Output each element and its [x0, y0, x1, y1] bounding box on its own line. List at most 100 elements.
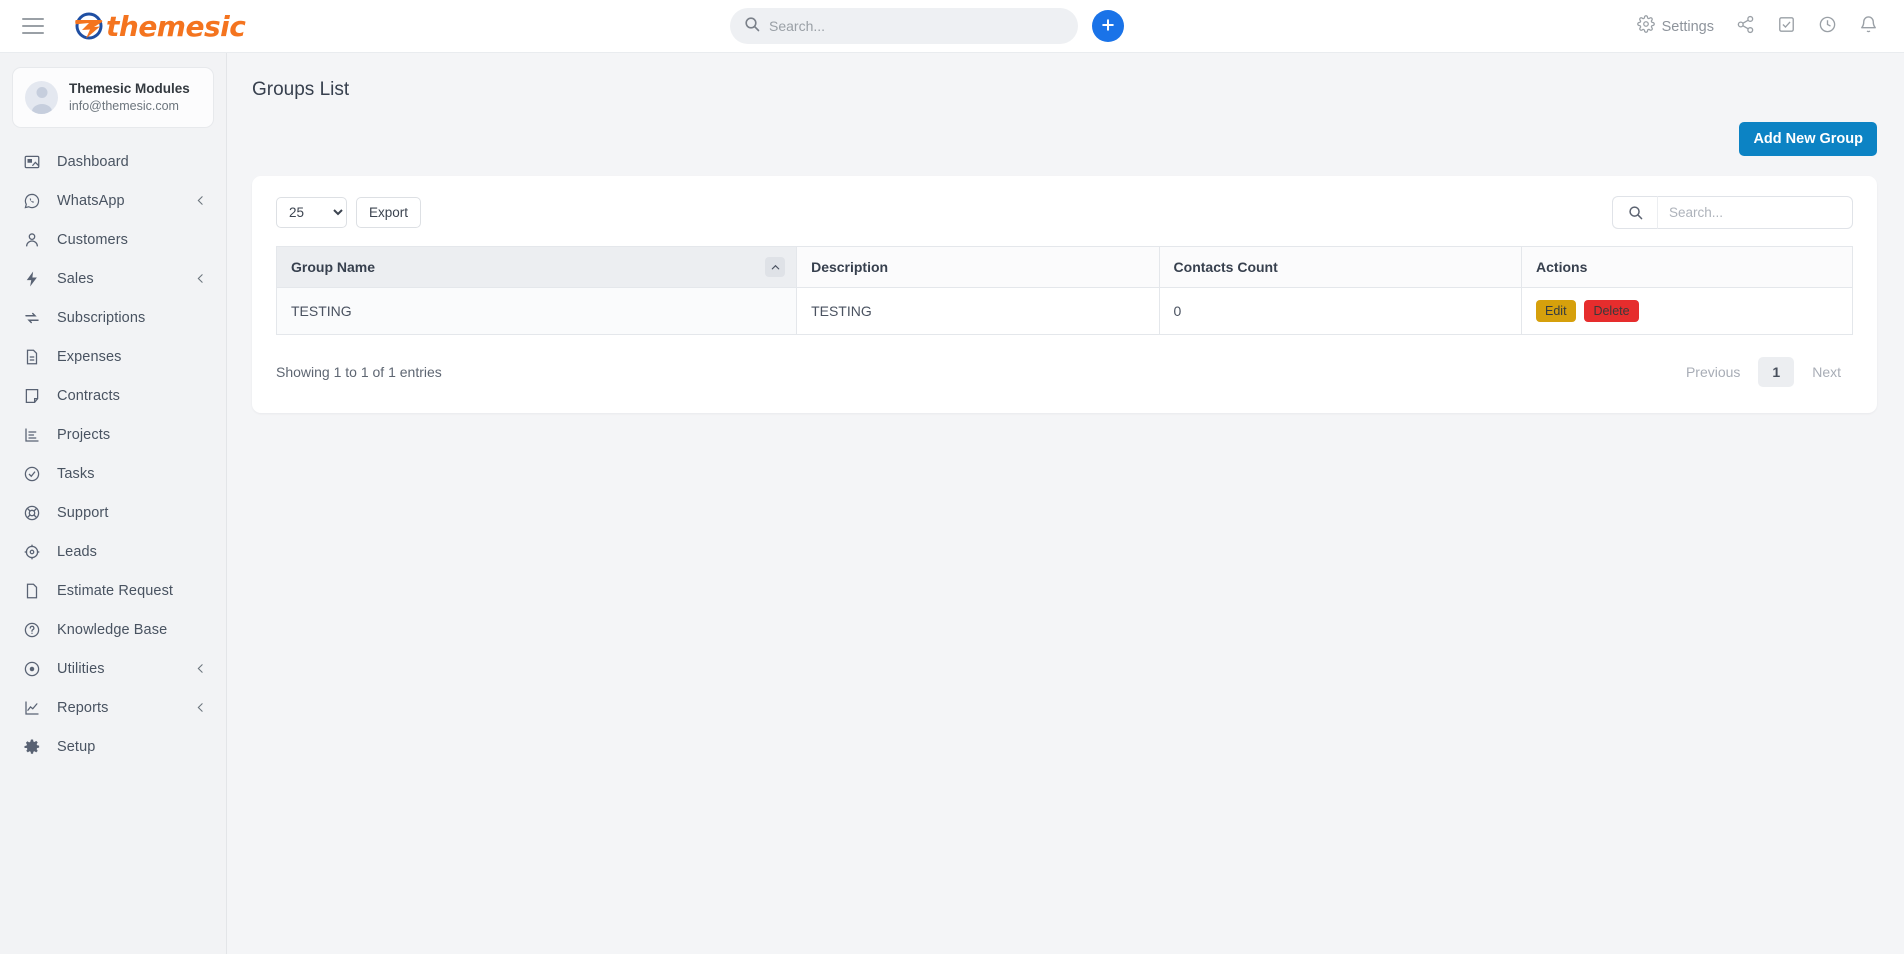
todo-button[interactable] — [1777, 15, 1796, 39]
sidebar-item-projects[interactable]: Projects — [0, 415, 226, 454]
chevron-left-icon[interactable] — [194, 194, 207, 207]
projects-icon — [22, 425, 41, 444]
table-row[interactable]: TESTING TESTING 0 Edit Delete — [275, 287, 1853, 335]
table-toolbar: 25 Export — [276, 196, 1853, 229]
lifebuoy-icon — [22, 503, 41, 522]
cog-icon — [22, 737, 41, 756]
profile-card[interactable]: Themesic Modules info@themesic.com — [12, 67, 214, 128]
global-search[interactable] — [730, 8, 1078, 44]
table-body: TESTING TESTING 0 Edit Delete — [275, 287, 1853, 335]
brand-name: themesic — [106, 9, 246, 43]
pagination: Previous 1 Next — [1674, 357, 1853, 387]
column-label: Actions — [1536, 259, 1588, 275]
delete-button[interactable]: Delete — [1584, 300, 1639, 322]
sidebar-item-tasks[interactable]: Tasks — [0, 454, 226, 493]
sidebar-nav: Dashboard WhatsApp Customers Sales Subsc… — [0, 142, 226, 766]
sidebar-item-subscriptions[interactable]: Subscriptions — [0, 298, 226, 337]
edit-button[interactable]: Edit — [1536, 300, 1576, 322]
sidebar-item-support[interactable]: Support — [0, 493, 226, 532]
sidebar-item-label: Reports — [57, 699, 109, 716]
topbar-center — [730, 8, 1124, 44]
chevron-left-icon[interactable] — [194, 662, 207, 675]
sidebar-item-label: Sales — [57, 270, 94, 287]
table-search-group — [1612, 196, 1853, 229]
cell-description: TESTING — [796, 287, 1160, 335]
sidebar-item-label: Dashboard — [57, 153, 129, 170]
entries-info: Showing 1 to 1 of 1 entries — [276, 364, 442, 380]
pagination-next[interactable]: Next — [1800, 357, 1853, 387]
add-new-group-button[interactable]: Add New Group — [1739, 122, 1877, 156]
sidebar-item-label: Support — [57, 504, 109, 521]
file-text-icon — [22, 347, 41, 366]
whatsapp-icon — [22, 191, 41, 210]
chevron-left-icon[interactable] — [194, 272, 207, 285]
sidebar: Themesic Modules info@themesic.com Dashb… — [0, 53, 227, 954]
column-header-actions[interactable]: Actions — [1521, 246, 1853, 288]
column-label: Contacts Count — [1173, 259, 1278, 275]
topbar-right: Settings — [1636, 0, 1878, 53]
page-length-select[interactable]: 25 — [276, 197, 347, 228]
column-header-contacts-count[interactable]: Contacts Count — [1158, 246, 1523, 288]
search-icon[interactable] — [1612, 196, 1657, 229]
sidebar-item-setup[interactable]: Setup — [0, 727, 226, 766]
table-search-input[interactable] — [1657, 196, 1853, 229]
hamburger-icon[interactable] — [22, 18, 44, 34]
check-square-icon — [1777, 15, 1796, 39]
share-button[interactable] — [1736, 15, 1755, 39]
pagination-previous[interactable]: Previous — [1674, 357, 1752, 387]
table-head: Group Name Description Contacts Count Ac… — [275, 246, 1853, 288]
settings-button[interactable]: Settings — [1636, 15, 1714, 38]
chart-line-icon — [22, 698, 41, 717]
clock-icon — [1818, 15, 1837, 39]
table-footer: Showing 1 to 1 of 1 entries Previous 1 N… — [276, 357, 1853, 387]
column-header-description[interactable]: Description — [796, 246, 1160, 288]
export-button[interactable]: Export — [356, 197, 422, 228]
sidebar-item-label: WhatsApp — [57, 192, 125, 209]
pagination-page-1[interactable]: 1 — [1758, 357, 1795, 387]
sidebar-item-customers[interactable]: Customers — [0, 220, 226, 259]
check-circle-icon — [22, 464, 41, 483]
sidebar-item-utilities[interactable]: Utilities — [0, 649, 226, 688]
notifications-button[interactable] — [1859, 15, 1878, 39]
sidebar-item-estimate-request[interactable]: Estimate Request — [0, 571, 226, 610]
cell-actions: Edit Delete — [1521, 287, 1853, 335]
sidebar-item-label: Expenses — [57, 348, 122, 365]
recent-activity-button[interactable] — [1818, 15, 1837, 39]
page-icon — [22, 581, 41, 600]
toolbar-left: 25 Export — [276, 197, 422, 228]
search-icon — [744, 16, 760, 37]
repeat-icon — [22, 308, 41, 327]
column-header-group-name[interactable]: Group Name — [275, 246, 798, 288]
note-icon — [22, 386, 41, 405]
add-new-button[interactable] — [1092, 10, 1124, 42]
sort-ascending-icon[interactable] — [765, 257, 786, 277]
sidebar-item-knowledge-base[interactable]: Knowledge Base — [0, 610, 226, 649]
sidebar-item-label: Leads — [57, 543, 98, 560]
plus-icon — [1100, 17, 1116, 36]
profile-email: info@themesic.com — [69, 99, 179, 114]
sidebar-item-sales[interactable]: Sales — [0, 259, 226, 298]
cell-contacts-count: 0 — [1158, 287, 1523, 335]
sidebar-item-label: Tasks — [57, 465, 95, 482]
dashboard-icon — [22, 152, 41, 171]
sidebar-item-label: Estimate Request — [57, 582, 174, 599]
sidebar-item-dashboard[interactable]: Dashboard — [0, 142, 226, 181]
sidebar-item-contracts[interactable]: Contracts — [0, 376, 226, 415]
gear-icon — [1636, 15, 1655, 38]
sidebar-item-expenses[interactable]: Expenses — [0, 337, 226, 376]
bell-icon — [1859, 15, 1878, 39]
profile-name: Themesic Modules — [69, 80, 190, 96]
sidebar-item-whatsapp[interactable]: WhatsApp — [0, 181, 226, 220]
global-search-input[interactable] — [769, 18, 1064, 34]
chevron-left-icon[interactable] — [194, 701, 207, 714]
bolt-icon — [22, 269, 41, 288]
sidebar-item-reports[interactable]: Reports — [0, 688, 226, 727]
groups-table: Group Name Description Contacts Count Ac… — [275, 246, 1853, 335]
table-header-row: Group Name Description Contacts Count Ac… — [275, 246, 1853, 288]
page-actions: Add New Group — [227, 122, 1877, 156]
sidebar-item-leads[interactable]: Leads — [0, 532, 226, 571]
brand-logo[interactable]: themesic — [72, 9, 246, 43]
question-circle-icon — [22, 620, 41, 639]
sidebar-item-label: Knowledge Base — [57, 621, 168, 638]
share-icon — [1736, 15, 1755, 39]
